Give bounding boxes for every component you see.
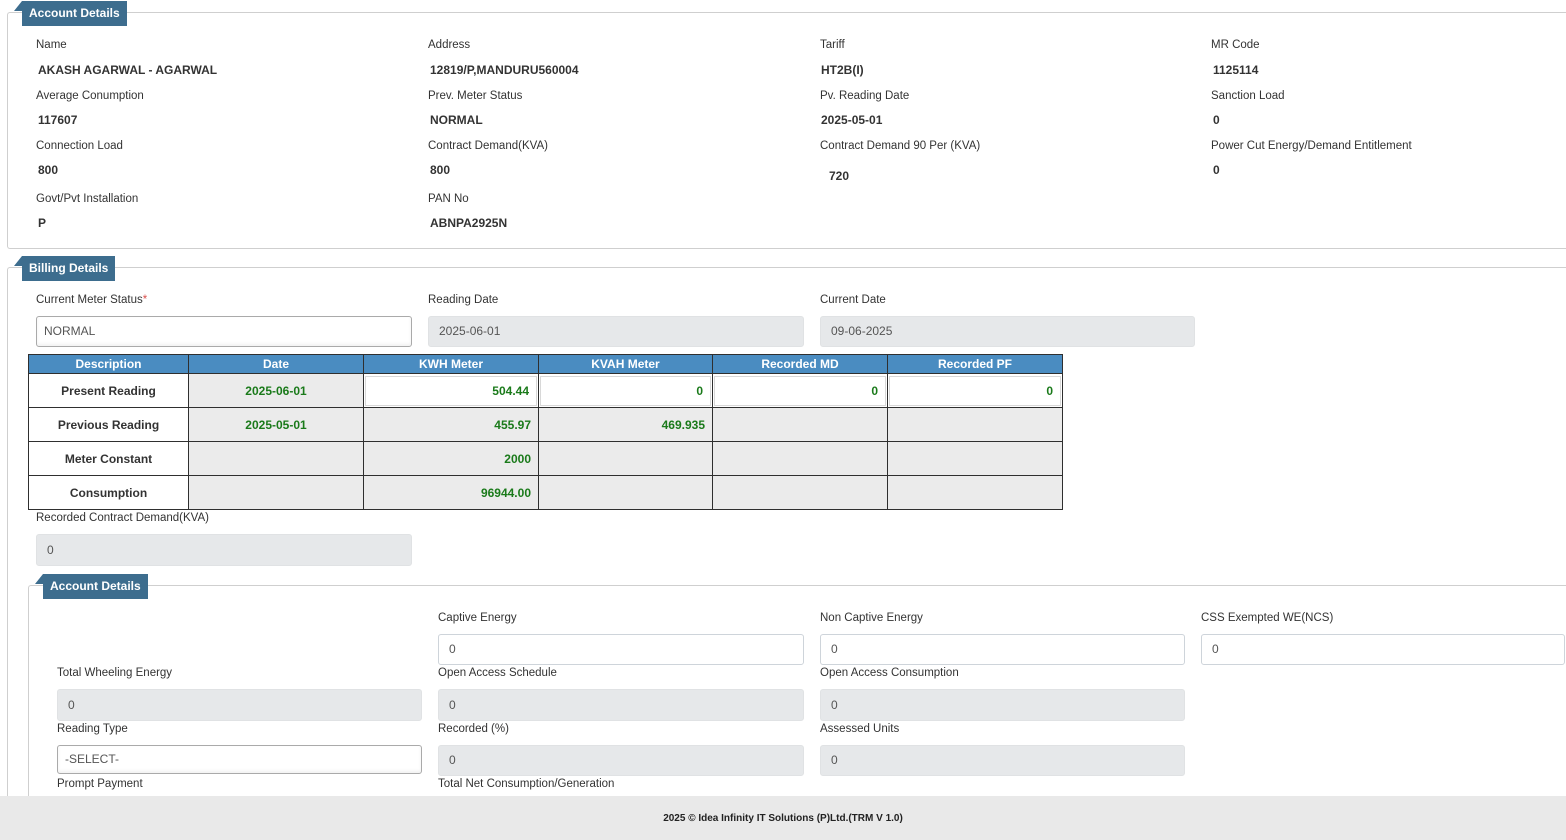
connection-load-label: Connection Load [36,140,123,152]
pv-reading-date-label: Pv. Reading Date [820,90,910,102]
govt-pvt-label: Govt/Pvt Installation [36,193,139,205]
mr-code-label: MR Code [1211,39,1260,51]
open-access-consumption-label: Open Access Consumption [820,667,959,679]
present-kvah-input[interactable]: 0 [540,375,711,406]
power-cut-value: 0 [1213,163,1220,177]
name-value: AKASH AGARWAL - AGARWAL [38,63,218,77]
reading-date-input[interactable]: 2025-06-01 [428,316,804,347]
assessed-units-input[interactable]: 0 [820,745,1185,776]
col-header-recorded-pf: Recorded PF [887,354,1063,374]
account-details-2-legend: Account Details [35,574,148,599]
constant-kwh-cell: 2000 [363,441,539,476]
previous-date-cell: 2025-05-01 [188,407,364,442]
account-details-legend: Account Details [14,1,127,26]
avg-consumption-value: 117607 [38,113,78,127]
captive-energy-label: Captive Energy [438,612,517,624]
govt-pvt-value: P [38,216,47,230]
current-meter-status-select[interactable]: NORMAL [36,316,412,347]
total-wheeling-energy-input[interactable]: 0 [57,689,422,721]
captive-energy-input[interactable]: 0 [438,634,804,665]
total-net-consumption-label: Total Net Consumption/Generation [438,778,615,790]
prev-meter-status-label: Prev. Meter Status [428,90,523,102]
constant-kvah-cell [538,441,713,476]
power-cut-label: Power Cut Energy/Demand Entitlement [1211,140,1412,152]
required-marker: * [142,294,148,306]
table-row-consumption: Consumption 96944.00 [28,475,1063,510]
pan-value: ABNPA2925N [430,216,508,230]
row-description: Meter Constant [28,441,189,476]
reading-type-label: Reading Type [57,723,128,735]
previous-pf-cell [887,407,1063,442]
meter-reading-table: Description Date KWH Meter KVAH Meter Re… [28,354,1063,510]
page-footer: 2025 © Idea Infinity IT Solutions (P)Ltd… [0,796,1566,840]
col-header-kwh: KWH Meter [363,354,539,374]
non-captive-energy-label: Non Captive Energy [820,612,923,624]
mr-code-value: 1125114 [1213,63,1259,77]
tariff-value: HT2B(I) [821,63,864,77]
col-header-recorded-md: Recorded MD [712,354,888,374]
recorded-percent-label: Recorded (%) [438,723,509,735]
non-captive-energy-input[interactable]: 0 [820,634,1185,665]
consumption-kwh-cell: 96944.00 [363,475,539,510]
current-meter-status-label: Current Meter Status* [36,294,148,306]
name-label: Name [36,39,67,51]
col-header-date: Date [188,354,364,374]
row-description: Present Reading [28,373,189,408]
previous-md-cell [712,407,888,442]
connection-load-value: 800 [38,163,59,177]
css-exempted-label: CSS Exempted WE(NCS) [1201,612,1334,624]
table-row-present-reading: Present Reading 2025-06-01 504.44 0 0 0 [28,373,1063,408]
constant-md-cell [712,441,888,476]
assessed-units-label: Assessed Units [820,723,900,735]
tariff-label: Tariff [820,39,845,51]
recorded-contract-demand-input[interactable]: 0 [36,534,412,566]
prompt-payment-label: Prompt Payment [57,778,143,790]
current-date-input[interactable]: 09-06-2025 [820,316,1195,347]
pv-reading-date-value: 2025-05-01 [821,113,883,127]
consumption-md-cell [712,475,888,510]
sanction-load-label: Sanction Load [1211,90,1285,102]
consumption-pf-cell [887,475,1063,510]
recorded-contract-demand-label: Recorded Contract Demand(KVA) [36,512,209,524]
open-access-schedule-input[interactable]: 0 [438,689,804,721]
open-access-schedule-label: Open Access Schedule [438,667,557,679]
col-header-description: Description [28,354,189,374]
row-description: Consumption [28,475,189,510]
contract-demand-label: Contract Demand(KVA) [428,140,548,152]
contract-demand-90-label: Contract Demand 90 Per (KVA) [820,140,981,152]
billing-details-legend: Billing Details [13,256,116,281]
avg-consumption-label: Average Conumption [36,90,144,102]
previous-kvah-cell: 469.935 [538,407,713,442]
prev-meter-status-value: NORMAL [430,113,483,127]
table-row-meter-constant: Meter Constant 2000 [28,441,1063,476]
row-description: Previous Reading [28,407,189,442]
address-value: 12819/P,MANDURU560004 [430,63,579,77]
present-kwh-input[interactable]: 504.44 [365,375,537,406]
pan-label: PAN No [428,193,469,205]
total-wheeling-energy-label: Total Wheeling Energy [57,667,173,679]
reading-type-select[interactable]: -SELECT- [57,745,422,774]
css-exempted-input[interactable]: 0 [1201,634,1565,665]
open-access-consumption-input[interactable]: 0 [820,689,1185,721]
col-header-kvah: KVAH Meter [538,354,713,374]
recorded-pf-input[interactable]: 0 [889,375,1061,406]
recorded-md-input[interactable]: 0 [714,375,886,406]
address-label: Address [428,39,471,51]
constant-date-cell [188,441,364,476]
footer-copyright: 2025 © Idea Infinity IT Solutions (P)Ltd… [663,813,903,824]
recorded-percent-input[interactable]: 0 [438,745,804,776]
contract-demand-90-value: 720 [829,169,850,183]
sanction-load-value: 0 [1213,113,1220,127]
constant-pf-cell [887,441,1063,476]
account-details-section [7,12,1566,249]
current-date-label: Current Date [820,294,886,306]
previous-kwh-cell: 455.97 [363,407,539,442]
reading-date-label: Reading Date [428,294,499,306]
consumption-date-cell [188,475,364,510]
table-header-row: Description Date KWH Meter KVAH Meter Re… [28,354,1063,374]
contract-demand-value: 800 [430,163,451,177]
table-row-previous-reading: Previous Reading 2025-05-01 455.97 469.9… [28,407,1063,442]
present-date-cell: 2025-06-01 [188,373,364,408]
consumption-kvah-cell [538,475,713,510]
